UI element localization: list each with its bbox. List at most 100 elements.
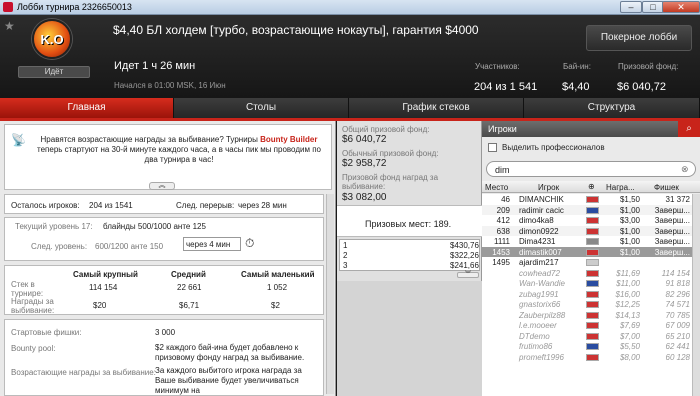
buyin-value: $4,40 (562, 81, 590, 93)
antenna-icon: 📡 (11, 133, 26, 147)
player-row[interactable]: frutimo86 $5,50 62 441 (482, 341, 692, 352)
participants-value: 204 из 1 541 (474, 81, 538, 93)
player-place: 638 (496, 226, 510, 236)
tournament-header: ★ K.O Идёт $4,40 БЛ холдем [турбо, возра… (0, 15, 700, 98)
player-row[interactable]: Wan-Wandie $11,00 91 818 (482, 278, 692, 289)
player-bounty: $14,13 (615, 310, 640, 320)
player-row[interactable]: DTdemo $7,00 65 210 (482, 331, 692, 342)
notice-panel: 📡 Нравятся возрастающие награды за выбив… (4, 124, 332, 190)
player-row[interactable]: 209 radimir cacic $1,00 Заверш... (482, 204, 692, 215)
tab-main[interactable]: Главная (0, 98, 174, 118)
players-column: Игроки ⌕ Выделить профессионалов dim ⊗ М… (482, 121, 700, 396)
player-chips: 65 210 (665, 331, 690, 341)
player-name: cowhead72 (519, 268, 560, 278)
player-chips: 91 818 (665, 279, 690, 288)
player-row[interactable]: gnastorix66 $12,25 74 571 (482, 299, 692, 310)
player-row[interactable]: 46 DIMANCHIK $1,50 31 372 (482, 194, 692, 205)
player-chips: Заверш... (654, 205, 690, 215)
country-flag-icon (586, 353, 599, 361)
close-button[interactable]: ✕ (662, 1, 700, 13)
player-chips: 60 128 (665, 352, 690, 362)
player-name: l.e.mooeer (519, 321, 557, 330)
player-search-input[interactable]: dim ⊗ (486, 161, 696, 177)
search-icon[interactable]: ⌕ (678, 121, 700, 137)
prize-pool-value: $6 040,72 (617, 81, 666, 93)
start-chips-value: 3 000 (155, 328, 176, 337)
player-bounty: $11,69 (616, 268, 640, 278)
player-row[interactable]: l.e.mooeer $7,69 67 009 (482, 320, 692, 331)
minimize-button[interactable]: – (620, 1, 642, 13)
expand-prizes-button[interactable]: ︾ (457, 272, 479, 278)
details-panel: Стартовые фишки: 3 000 Bounty pool: $2 к… (4, 319, 324, 396)
player-chips: Заверш... (654, 216, 690, 225)
next-level-timer: через 4 мин (183, 237, 241, 251)
players-scrollbar[interactable] (692, 194, 700, 396)
current-level-value: блайнды 500/1000 анте 125 (103, 222, 206, 231)
col-bounty[interactable]: Награ... (606, 183, 635, 192)
col-chips[interactable]: Фишек (654, 183, 679, 192)
player-row[interactable]: 1453 dimastik007 $1,00 Заверш... (482, 246, 692, 257)
blinds-panel: Текущий уровень 17: блайнды 500/1000 ант… (4, 217, 324, 261)
app-icon (3, 2, 13, 12)
progressive-bounty-label: Возрастающие награды за выбивание: (11, 368, 156, 377)
player-row[interactable]: cowhead72 $11,69 114 154 (482, 268, 692, 279)
player-name: dimo4ka8 (519, 216, 554, 225)
tournament-title: $4,40 БЛ холдем [турбо, возрастающие нок… (113, 23, 479, 37)
remaining-label: Осталось игроков: (11, 201, 80, 210)
player-chips: 74 571 (665, 300, 690, 309)
country-flag-icon (586, 322, 599, 329)
player-bounty: $12,25 (615, 300, 640, 309)
player-name: gnastorix66 (519, 300, 561, 309)
players-table-header: Место Игрок ⊕ Награ... Фишек (482, 181, 700, 193)
participants-label: Участников: (475, 62, 520, 71)
player-row[interactable]: 412 dimo4ka8 $3,00 Заверш... (482, 215, 692, 226)
knockout-logo: K.O (32, 19, 72, 59)
prize-amount: $241,66 (450, 261, 479, 270)
col-player[interactable]: Игрок (538, 183, 559, 192)
player-chips: 31 372 (665, 195, 690, 204)
tab-stack-chart[interactable]: График стеков (349, 98, 524, 118)
tab-tables[interactable]: Столы (174, 98, 349, 118)
favorite-star-icon[interactable]: ★ (4, 19, 15, 33)
player-bounty: $3,00 (619, 216, 640, 225)
player-bounty: $16,00 (615, 289, 640, 299)
average-stack-value: 22 661 (177, 283, 202, 292)
country-flag-icon (586, 311, 599, 319)
player-bounty: $11,00 (616, 279, 640, 288)
buyin-label: Бай-ин: (563, 62, 591, 71)
player-bounty: $7,00 (619, 331, 640, 341)
poker-lobby-button[interactable]: Покерное лобби (586, 25, 692, 51)
clear-search-icon[interactable]: ⊗ (681, 164, 689, 175)
globe-icon[interactable]: ⊕ (588, 182, 595, 191)
player-row[interactable]: 638 dimon0922 $1,00 Заверш... (482, 225, 692, 236)
player-row[interactable]: promeft1996 $8,00 60 128 (482, 352, 692, 363)
player-chips: Заверш... (654, 247, 690, 257)
player-row[interactable]: 1111 Dima4231 $1,00 Заверш... (482, 236, 692, 247)
window-title: Лобби турнира 2326650013 (17, 2, 132, 12)
players-table: 46 DIMANCHIK $1,50 31 372 209 radimir cacic $1… (482, 194, 692, 396)
player-row[interactable]: zubag1991 $16,00 82 296 (482, 289, 692, 300)
player-place: 1453 (492, 247, 510, 257)
prize-table: 1 $430,76 2 $322,26 3 $241,66 (339, 239, 480, 271)
next-break-value: через 28 мин (238, 201, 287, 210)
col-place[interactable]: Место (485, 183, 508, 192)
current-level-label: Текущий уровень 17: (15, 222, 93, 231)
tab-structure[interactable]: Структура (524, 98, 700, 118)
left-scrollbar[interactable] (326, 194, 334, 394)
player-name: frutimo86 (519, 342, 553, 351)
bounty-pool-value: $2 каждого бай-ина будет добавлено к при… (155, 343, 305, 362)
highlight-pros-label: Выделить профессионалов (502, 143, 605, 152)
players-header: Игроки ⌕ (482, 121, 700, 137)
player-name: dimon0922 (519, 226, 559, 236)
stack-row-label: Стек в турнире: (11, 280, 44, 298)
running-time: Идет 1 ч 26 мин (114, 60, 196, 72)
normal-prize-label: Обычный призовой фонд: (342, 149, 439, 158)
collapse-notice-button[interactable]: ︽ (149, 182, 175, 190)
player-row[interactable]: Zauberpilz88 $14,13 70 785 (482, 310, 692, 321)
start-time: Начался в 01:00 MSK, 16 Июн (114, 81, 226, 90)
country-flag-icon (586, 269, 599, 277)
smallest-stack-value: 1 052 (267, 283, 288, 292)
highlight-pros-checkbox[interactable] (488, 143, 497, 152)
player-row[interactable]: 1495 ajardim217 (482, 257, 692, 268)
maximize-button[interactable]: □ (642, 1, 664, 13)
